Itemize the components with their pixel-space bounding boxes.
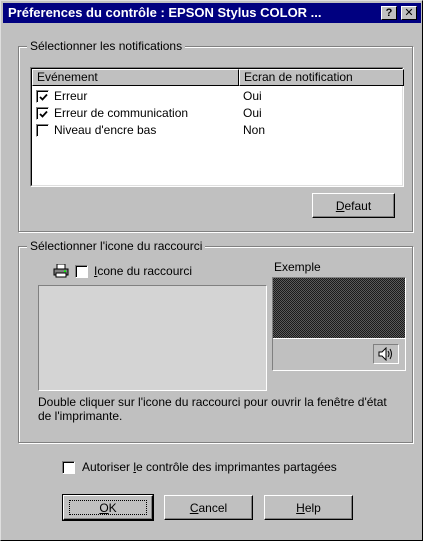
- column-header-event-label: Evénement: [37, 70, 98, 84]
- help-button[interactable]: Help: [264, 495, 353, 520]
- notifications-group-label: Sélectionner les notifications: [27, 39, 186, 53]
- list-item-niveau-encre[interactable]: Niveau d'encre bas Non: [32, 122, 402, 139]
- notification-value-niveau-encre: Non: [243, 123, 266, 137]
- event-label-erreur-communication: Erreur de communication: [54, 106, 189, 120]
- example-label: Exemple: [274, 260, 321, 274]
- help-button-label: elp: [304, 500, 321, 515]
- preview-desktop-pattern: [273, 278, 405, 338]
- icon-selection-area[interactable]: [38, 285, 267, 391]
- preferences-dialog: Préferences du contrôle : EPSON Stylus C…: [0, 0, 423, 541]
- preview-taskbar-divider: [273, 338, 405, 339]
- speaker-icon: [378, 347, 392, 361]
- help-title-button[interactable]: ?: [381, 6, 397, 20]
- cancel-button-label: ancel: [198, 500, 228, 515]
- column-header-event[interactable]: Evénement: [32, 69, 239, 86]
- cancel-button[interactable]: Cancel: [164, 495, 253, 520]
- shared-label-start: Autoriser: [82, 460, 134, 474]
- event-label-erreur: Erreur: [54, 89, 88, 103]
- checkbox-niveau-encre[interactable]: [36, 124, 49, 137]
- shared-label-end: e contrôle des imprimantes partagées: [136, 460, 337, 474]
- notifications-list[interactable]: Evénement Ecran de notification Erreur O…: [30, 67, 404, 187]
- list-item-erreur-communication[interactable]: Erreur de communication Oui: [32, 105, 402, 122]
- focus-indicator: [69, 500, 147, 515]
- printer-icon: [53, 264, 69, 278]
- help-button-hotkey: H: [296, 500, 305, 515]
- list-item-erreur[interactable]: Erreur Oui: [32, 88, 402, 105]
- notifications-group: Sélectionner les notifications Evénement…: [18, 39, 413, 232]
- example-preview: [272, 277, 406, 371]
- close-title-button[interactable]: ✕: [401, 6, 417, 20]
- default-button-label: efaut: [344, 198, 372, 213]
- shortcut-group-label: Sélectionner l'icone du raccourci: [27, 239, 206, 253]
- shared-printers-checkbox[interactable]: [62, 461, 75, 474]
- notification-value-erreur-communication: Oui: [243, 106, 262, 120]
- shortcut-icon-checkbox[interactable]: [75, 265, 88, 278]
- shared-printers-label[interactable]: Autoriser le contrôle des imprimantes pa…: [82, 460, 337, 474]
- shortcut-icon-checkbox-label[interactable]: Icone du raccourci: [94, 264, 192, 278]
- checkbox-erreur[interactable]: [36, 90, 49, 103]
- checkmark-icon: [39, 110, 48, 118]
- preview-tray: [373, 344, 399, 364]
- notification-value-erreur: Oui: [243, 89, 262, 103]
- column-header-notification-label: Ecran de notification: [244, 70, 353, 84]
- window-title: Préferences du contrôle : EPSON Stylus C…: [8, 5, 322, 20]
- checkbox-erreur-communication[interactable]: [36, 107, 49, 120]
- ok-button[interactable]: OK: [62, 494, 154, 521]
- default-button[interactable]: Defaut: [312, 193, 395, 218]
- event-label-niveau-encre: Niveau d'encre bas: [54, 123, 157, 137]
- title-bar[interactable]: Préferences du contrôle : EPSON Stylus C…: [3, 3, 421, 23]
- question-mark-icon: ?: [385, 7, 393, 19]
- shortcut-description: Double cliquer sur l'icone du raccourci …: [38, 395, 387, 423]
- column-header-notification[interactable]: Ecran de notification: [239, 69, 404, 86]
- shortcut-checkbox-label-text: cone du raccourci: [97, 264, 193, 278]
- close-icon: ✕: [404, 7, 414, 19]
- checkmark-icon: [39, 93, 48, 101]
- shortcut-icon-group: Sélectionner l'icone du raccourci Icone …: [18, 239, 413, 443]
